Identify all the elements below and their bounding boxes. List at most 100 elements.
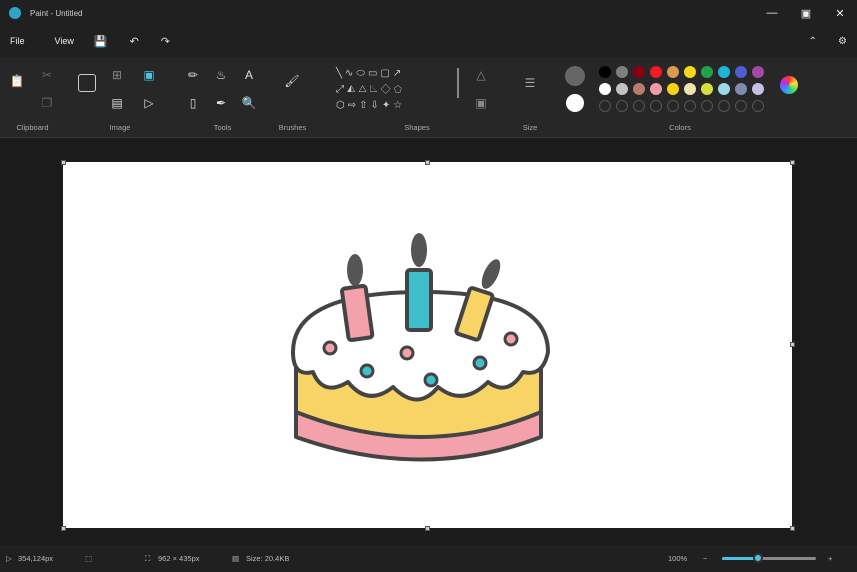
view-menu[interactable]: View [55,36,74,46]
color-swatch[interactable] [735,66,747,78]
drawing-canvas[interactable] [63,162,792,528]
tools-group: ✏ ♨ A ▯ ✒ 🔍 Tools [180,64,265,136]
color-swatch[interactable] [650,83,662,95]
resize-handle-tr[interactable] [790,160,795,165]
size-group: ☰ Size [510,64,550,136]
size-icon[interactable]: ☰ [521,76,539,90]
zoom-level[interactable]: 100% [668,554,687,563]
ribbon: 📋 ✂ ❐ Clipboard ⊞ ▣ ▤ ▷ Image ✏ ♨ A ▯ ✒ … [0,58,857,138]
shapes-label: Shapes [404,123,430,132]
cake-drawing [291,233,550,462]
custom-color-slot[interactable] [599,100,611,112]
crop-icon[interactable]: ⊞ [108,68,126,82]
status-bar: ▷ 354,124px ⬚ ⛶ 962 × 435px ▤ Size: 20.4… [0,545,857,572]
zoom-out-button[interactable]: − [703,554,707,563]
shapes-group: ╲∿⬭▭▢↗ ⤢◭△◺◇⬠ ⬡⇨⇧⇩✦☆ △ ▣ Shapes [332,64,502,136]
color-swatch[interactable] [667,83,679,95]
copy-icon[interactable]: ❐ [38,96,56,110]
file-size-icon: ▤ [232,554,240,563]
zoom-slider[interactable] [722,553,816,563]
color-swatch[interactable] [735,83,747,95]
edit-colors-icon[interactable] [780,76,798,94]
color-swatch[interactable] [599,66,611,78]
color-swatch[interactable] [616,66,628,78]
colors-label: Colors [669,123,691,132]
brushes-label: Brushes [278,123,307,132]
color-swatch[interactable] [718,66,730,78]
custom-color-slot[interactable] [701,100,713,112]
color-swatch[interactable] [599,83,611,95]
custom-color-slot[interactable] [735,100,747,112]
clipboard-group: 📋 ✂ ❐ Clipboard [0,64,65,136]
resize-handle-bottom[interactable] [425,526,430,531]
outline-icon[interactable]: △ [472,68,490,82]
secondary-color[interactable] [566,94,584,112]
paste-icon[interactable]: 📋 [8,74,26,88]
color-swatch[interactable] [650,66,662,78]
collapse-ribbon-icon[interactable]: ⌃ [809,36,817,47]
shapes-scrollbar[interactable] [457,68,459,98]
zoom-in-button[interactable]: + [828,554,832,563]
custom-color-slot[interactable] [752,100,764,112]
canvas-dimensions: 962 × 435px [158,554,200,563]
select-icon[interactable] [78,74,96,92]
brush-icon[interactable]: 🖌 [283,74,301,88]
color-swatch[interactable] [752,83,764,95]
color-swatch[interactable] [633,83,645,95]
image-group: ⊞ ▣ ▤ ▷ Image [70,64,170,136]
menu-bar: File View 💾 ↶ ↷ ⌃ ⚙ [0,30,857,52]
file-size: Size: 20.4KB [246,554,290,563]
color-swatch[interactable] [701,83,713,95]
resize-handle-tl[interactable] [61,160,66,165]
color-swatch[interactable] [616,83,628,95]
image-resize-icon[interactable]: ▤ [108,96,126,110]
color-swatch[interactable] [684,83,696,95]
redo-icon[interactable]: ↷ [161,35,170,48]
resize-icon[interactable]: ▣ [140,68,158,82]
color-picker-icon[interactable]: ✒ [212,96,230,110]
fill-icon[interactable]: ♨ [212,68,230,82]
resize-handle-right[interactable] [790,342,795,347]
minimize-button[interactable]: — [755,0,789,26]
resize-handle-bl[interactable] [61,526,66,531]
shape-fill-icon[interactable]: ▣ [472,96,490,110]
color-swatch[interactable] [667,66,679,78]
rotate-icon[interactable]: ▷ [140,96,158,110]
color-swatch[interactable] [633,66,645,78]
custom-color-slot[interactable] [684,100,696,112]
magnifier-icon[interactable]: 🔍 [240,96,258,110]
text-icon[interactable]: A [240,68,258,82]
shapes-gallery[interactable]: ╲∿⬭▭▢↗ ⤢◭△◺◇⬠ ⬡⇨⇧⇩✦☆ [336,66,451,114]
custom-color-slot[interactable] [667,100,679,112]
undo-icon[interactable]: ↶ [130,35,139,48]
close-button[interactable]: ✕ [823,0,857,26]
color-swatch[interactable] [684,66,696,78]
custom-color-slot[interactable] [718,100,730,112]
brushes-group: 🖌 Brushes [270,64,315,136]
settings-icon[interactable]: ⚙ [838,36,847,47]
title-bar: Paint - Untitled — ▣ ✕ [0,0,857,26]
window-title: Paint - Untitled [30,8,83,18]
custom-color-slot[interactable] [633,100,645,112]
canvas-area [0,139,857,545]
maximize-button[interactable]: ▣ [789,0,823,26]
color-swatch[interactable] [718,83,730,95]
size-label: Size [522,123,538,132]
resize-handle-top[interactable] [425,160,430,165]
pencil-icon[interactable]: ✏ [184,68,202,82]
custom-color-slot[interactable] [650,100,662,112]
primary-color[interactable] [565,66,585,86]
cursor-icon: ▷ [6,554,12,563]
color-swatch[interactable] [701,66,713,78]
save-icon[interactable]: 💾 [94,35,108,48]
clipboard-label: Clipboard [16,123,49,132]
image-label: Image [109,123,131,132]
cut-icon[interactable]: ✂ [38,68,56,82]
paint-app-icon [9,7,21,19]
file-menu[interactable]: File [10,36,25,46]
color-swatch[interactable] [752,66,764,78]
selection-icon: ⬚ [85,554,93,563]
custom-color-slot[interactable] [616,100,628,112]
eraser-icon[interactable]: ▯ [184,96,202,110]
resize-handle-br[interactable] [790,526,795,531]
